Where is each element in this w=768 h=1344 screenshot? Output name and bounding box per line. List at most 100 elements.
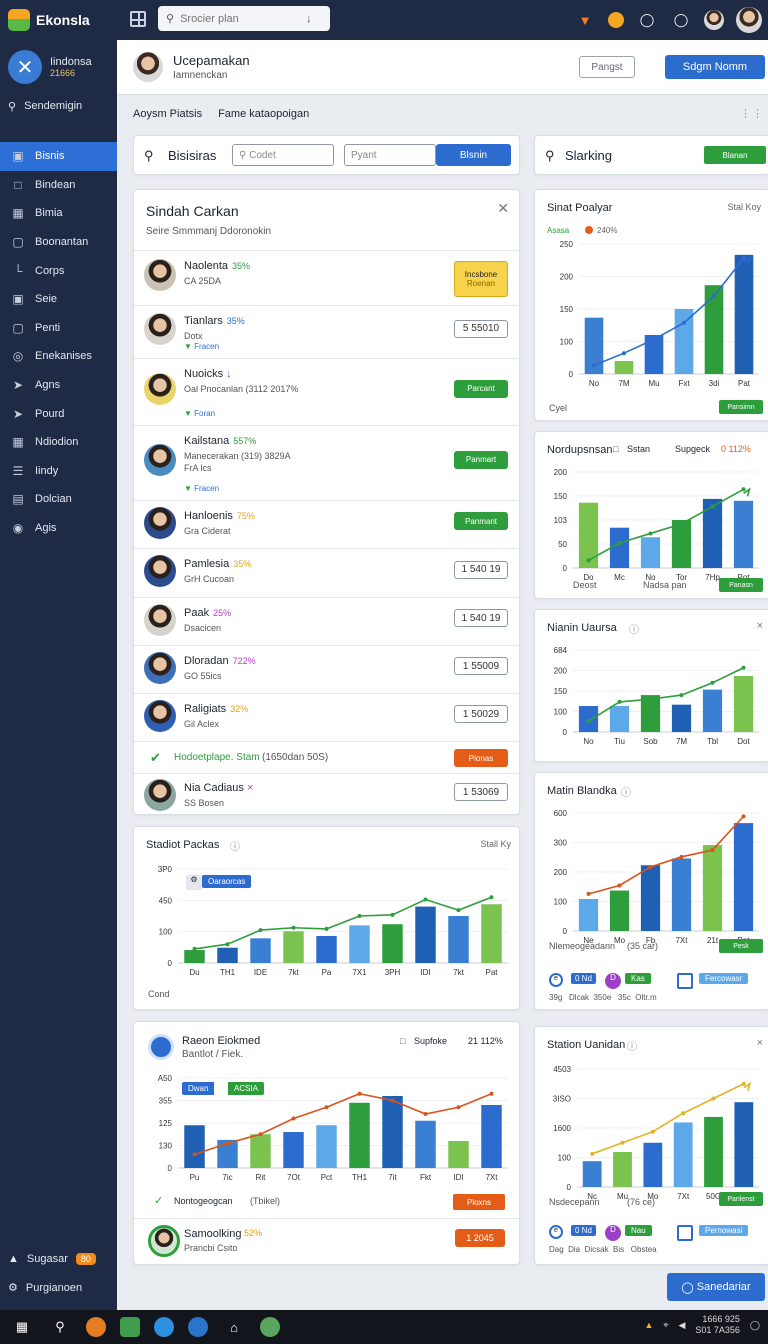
search-icon[interactable]: ⚲	[48, 1315, 72, 1339]
alert-badge-icon[interactable]	[608, 12, 624, 28]
bar[interactable]	[349, 1102, 370, 1168]
clock[interactable]: 1666 925 S01 7A356	[695, 1314, 740, 1336]
sidebar-item-pourd[interactable]: ➤ Pourd	[0, 399, 117, 428]
user-icon[interactable]: ◯	[670, 9, 692, 31]
legend-chip[interactable]: ACSIA	[228, 1082, 265, 1095]
bar[interactable]	[609, 527, 630, 568]
bar[interactable]	[671, 704, 692, 732]
bar[interactable]	[733, 823, 754, 931]
apps-grid-icon[interactable]	[130, 11, 146, 27]
bar[interactable]	[217, 947, 238, 963]
calendar-icon[interactable]	[677, 973, 693, 989]
row-action-button[interactable]: Incsbone Roenan	[454, 261, 508, 297]
row-action-button[interactable]: 1 50029	[454, 705, 508, 723]
bar[interactable]	[349, 925, 370, 963]
sidebar-search[interactable]: ⚲ Sendemigin	[8, 100, 82, 113]
bar[interactable]	[382, 1096, 403, 1168]
search-input[interactable]	[180, 12, 301, 25]
alert-button[interactable]: Pionas	[454, 749, 508, 767]
network-icon[interactable]: ⌖	[663, 1320, 668, 1331]
list-row[interactable]: Nia Cadiaus × SS Bosen 1 53069	[134, 773, 520, 815]
user-avatar[interactable]	[133, 52, 163, 82]
close-icon[interactable]: ×	[757, 1037, 763, 1049]
sidebar-item-agns[interactable]: ➤ Agns	[0, 371, 117, 400]
chrome-icon[interactable]	[260, 1317, 280, 1337]
list-row[interactable]: Paak 25% Dsacicen 1 540 19	[134, 597, 520, 645]
info-icon[interactable]: ⓘ	[629, 621, 639, 636]
chart-action-button[interactable]: Pesk	[719, 939, 763, 953]
bar[interactable]	[415, 906, 436, 963]
list-row[interactable]: Raligiats 32% Gil Aclex 1 50029	[134, 693, 520, 741]
bar[interactable]	[734, 1102, 754, 1187]
sidebar-item-penti[interactable]: ▢ Penti	[0, 314, 117, 343]
bar[interactable]	[250, 938, 271, 963]
info-icon[interactable]: e	[549, 1225, 563, 1239]
start-icon[interactable]: ▦	[10, 1315, 34, 1339]
bar[interactable]	[674, 309, 694, 374]
bar[interactable]	[733, 500, 754, 568]
profile-avatar[interactable]	[736, 7, 762, 33]
sidebar-item-iindy[interactable]: ☰ Iindy	[0, 457, 117, 486]
bar[interactable]	[448, 1141, 469, 1168]
bar[interactable]	[671, 858, 692, 931]
info-icon[interactable]: ⓘ	[627, 1038, 637, 1053]
close-small-icon[interactable]: ×	[247, 782, 253, 794]
info-icon[interactable]: ⓘ	[621, 784, 631, 799]
messenger-icon[interactable]	[188, 1317, 208, 1337]
row-tag-wrap[interactable]: ▼ Fracen	[184, 484, 219, 493]
row-action-button[interactable]: Panmart	[454, 450, 508, 469]
sidebar-item-bimia[interactable]: ▦ Bimia	[0, 199, 117, 228]
sidebar-item-seie[interactable]: ▣ Seie	[0, 285, 117, 314]
chart-action-button[interactable]: Panasn	[719, 578, 763, 592]
list-row[interactable]: Naolenta 35% CA 25DA Incsbone Roenan	[134, 250, 520, 305]
bar[interactable]	[382, 924, 403, 963]
more-icon[interactable]: ⋮⋮	[740, 107, 764, 120]
sidebar-item-bisnis[interactable]: ▣ Bisnis	[0, 142, 117, 171]
floating-action-button[interactable]: ◯ Sanedariar	[667, 1273, 765, 1301]
volume-icon[interactable]: ◀	[678, 1320, 685, 1331]
settings-icon[interactable]: ⚙	[186, 875, 202, 890]
list-row[interactable]: Dloradan 722% GO 55ics 1 55009	[134, 645, 520, 693]
bar[interactable]	[671, 520, 692, 568]
info-icon[interactable]: ⓘ	[230, 838, 240, 853]
checkbox-icon[interactable]: □	[613, 444, 618, 454]
legend-chip[interactable]: Oaraorcas	[202, 875, 252, 888]
bar[interactable]	[734, 254, 754, 374]
help-icon[interactable]: ◯	[636, 9, 658, 31]
row-action-button[interactable]: 1 2045	[455, 1229, 505, 1247]
sidebar-item-corps[interactable]: └ Corps	[0, 256, 117, 285]
browser-icon[interactable]	[154, 1317, 174, 1337]
bar[interactable]	[481, 1105, 502, 1168]
secondary-button[interactable]: Pangst	[579, 56, 635, 78]
bar[interactable]	[316, 1125, 337, 1168]
sidebar-item-boonantan[interactable]: ▢ Boonantan	[0, 228, 117, 257]
bar[interactable]	[283, 1132, 304, 1168]
row-tag-wrap[interactable]: ▼ Foran	[184, 409, 215, 418]
bar[interactable]	[316, 935, 337, 963]
chart-action-button[interactable]: Panlenst	[719, 1192, 763, 1206]
row-action-button[interactable]: 5 55010	[454, 319, 508, 338]
bar[interactable]	[609, 706, 630, 732]
bar[interactable]	[702, 689, 723, 732]
bisnis-button[interactable]: Blsnin	[436, 144, 511, 166]
sidebar-item-ndiodion[interactable]: ▦ Ndiodion	[0, 428, 117, 457]
list-row[interactable]: Hanloenis 75% Gra Ciderat Panmant	[134, 500, 520, 548]
user-icon[interactable]: D	[605, 1225, 621, 1241]
bar[interactable]	[733, 675, 754, 732]
download-icon[interactable]: ↓	[223, 368, 232, 380]
mic-icon[interactable]: ↓	[306, 13, 312, 25]
chart-action-button[interactable]: Ploxns	[453, 1194, 505, 1210]
info-icon[interactable]: e	[549, 973, 563, 987]
row-action-button[interactable]: Panmant	[454, 512, 508, 530]
notifications-icon[interactable]: ◯	[750, 1320, 760, 1331]
filter-field-1[interactable]: ⚲ Codet	[232, 144, 334, 166]
row-action-button[interactable]: Parcant	[454, 379, 508, 398]
row-tag-wrap[interactable]: ▼ Fracen	[184, 342, 219, 351]
bar[interactable]	[640, 537, 661, 568]
app-store-icon[interactable]	[120, 1317, 140, 1337]
bar[interactable]	[578, 502, 599, 568]
bar[interactable]	[614, 361, 634, 374]
bar[interactable]	[643, 1142, 663, 1187]
list-row[interactable]: Pamlesia 35% GrH Cucoan 1 540 19	[134, 548, 520, 597]
bar[interactable]	[640, 865, 661, 931]
